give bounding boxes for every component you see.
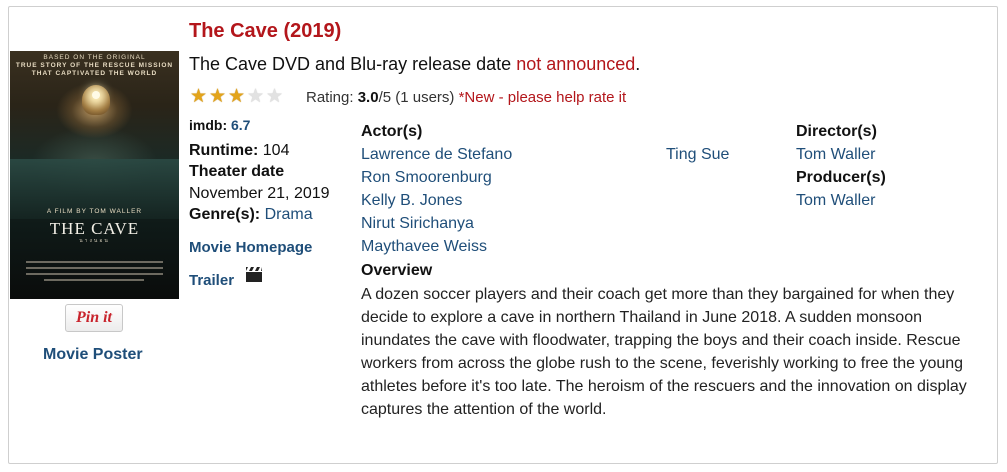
actor-link[interactable]: Ting Sue bbox=[666, 146, 729, 164]
directors-heading: Director(s) bbox=[796, 123, 877, 140]
imdb-label: imdb: bbox=[189, 117, 228, 133]
diver-helmet-icon bbox=[82, 85, 110, 115]
genre-link-drama[interactable]: Drama bbox=[265, 206, 313, 223]
rating-label: Rating: bbox=[306, 89, 354, 106]
overview-heading: Overview bbox=[361, 262, 433, 279]
star-icon[interactable]: ★ bbox=[246, 87, 265, 107]
rating-note: *New - please help rate it bbox=[458, 89, 627, 106]
pin-it-button[interactable]: Pin it bbox=[65, 304, 123, 332]
release-status: not announced bbox=[516, 54, 636, 74]
rating-summary: Rating: 3.0/5 (1 users) *New - please he… bbox=[306, 89, 626, 106]
director-link[interactable]: Tom Waller bbox=[796, 146, 875, 164]
star-icon[interactable]: ★ bbox=[227, 87, 246, 107]
poster-title: THE CAVE bbox=[49, 219, 140, 238]
release-date-line: The Cave DVD and Blu-ray release date no… bbox=[189, 54, 640, 75]
actor-link[interactable]: Lawrence de Stefano bbox=[361, 146, 512, 164]
poster-credits-line bbox=[26, 267, 163, 269]
star-icon[interactable]: ★ bbox=[208, 87, 227, 107]
imdb-rating: imdb: 6.7 bbox=[189, 117, 250, 133]
clapperboard-icon[interactable] bbox=[245, 266, 263, 283]
poster-credits-line bbox=[26, 261, 163, 263]
runtime: Runtime: 104 bbox=[189, 142, 289, 160]
star-icon[interactable]: ★ bbox=[265, 87, 284, 107]
actor-link[interactable]: Nirut Sirichanya bbox=[361, 215, 474, 233]
rating-score: 3.0 bbox=[357, 89, 379, 106]
runtime-value: 104 bbox=[262, 142, 290, 159]
poster-film-by: A FILM BY TOM WALLER bbox=[46, 208, 143, 215]
poster-tagline-1: TRUE STORY OF THE RESCUE MISSION bbox=[15, 62, 174, 69]
overview-text: A dozen soccer players and their coach g… bbox=[361, 286, 967, 418]
release-prefix: The Cave DVD and Blu-ray release date bbox=[189, 54, 512, 74]
poster-tagline-2: THAT CAPTIVATED THE WORLD bbox=[31, 70, 158, 77]
imdb-value[interactable]: 6.7 bbox=[231, 117, 250, 133]
star-rating-widget[interactable]: ★ ★ ★ ★ ★ bbox=[189, 87, 284, 107]
producers-heading: Producer(s) bbox=[796, 169, 886, 186]
runtime-label: Runtime: bbox=[189, 142, 259, 159]
movie-title: The Cave (2019) bbox=[189, 20, 342, 42]
theater-date-label: Theater date bbox=[189, 163, 285, 180]
theater-date-value: November 21, 2019 bbox=[189, 185, 330, 202]
movie-poster-image[interactable]: BASED ON THE ORIGINAL TRUE STORY OF THE … bbox=[10, 51, 179, 299]
producer-link[interactable]: Tom Waller bbox=[796, 192, 875, 210]
poster-subtitle: นางนอน bbox=[79, 238, 110, 244]
star-icon[interactable]: ★ bbox=[189, 87, 208, 107]
movie-poster-link[interactable]: Movie Poster bbox=[43, 346, 143, 364]
headlamp-icon bbox=[92, 91, 100, 99]
trailer-link[interactable]: Trailer bbox=[189, 272, 234, 289]
poster-tagline-top: BASED ON THE ORIGINAL bbox=[43, 54, 146, 61]
actor-link[interactable]: Kelly B. Jones bbox=[361, 192, 462, 210]
poster-credits-line bbox=[44, 279, 144, 281]
actor-link[interactable]: Maythavee Weiss bbox=[361, 238, 487, 256]
actors-heading: Actor(s) bbox=[361, 123, 423, 140]
genre-label: Genre(s): bbox=[189, 206, 261, 223]
actor-link[interactable]: Ron Smoorenburg bbox=[361, 169, 492, 187]
movie-homepage-link[interactable]: Movie Homepage bbox=[189, 239, 312, 256]
poster-credits-line bbox=[26, 273, 163, 275]
release-suffix: . bbox=[635, 54, 641, 74]
rating-out-of: /5 (1 users) bbox=[378, 89, 455, 106]
genres: Genre(s): Drama bbox=[189, 206, 313, 224]
